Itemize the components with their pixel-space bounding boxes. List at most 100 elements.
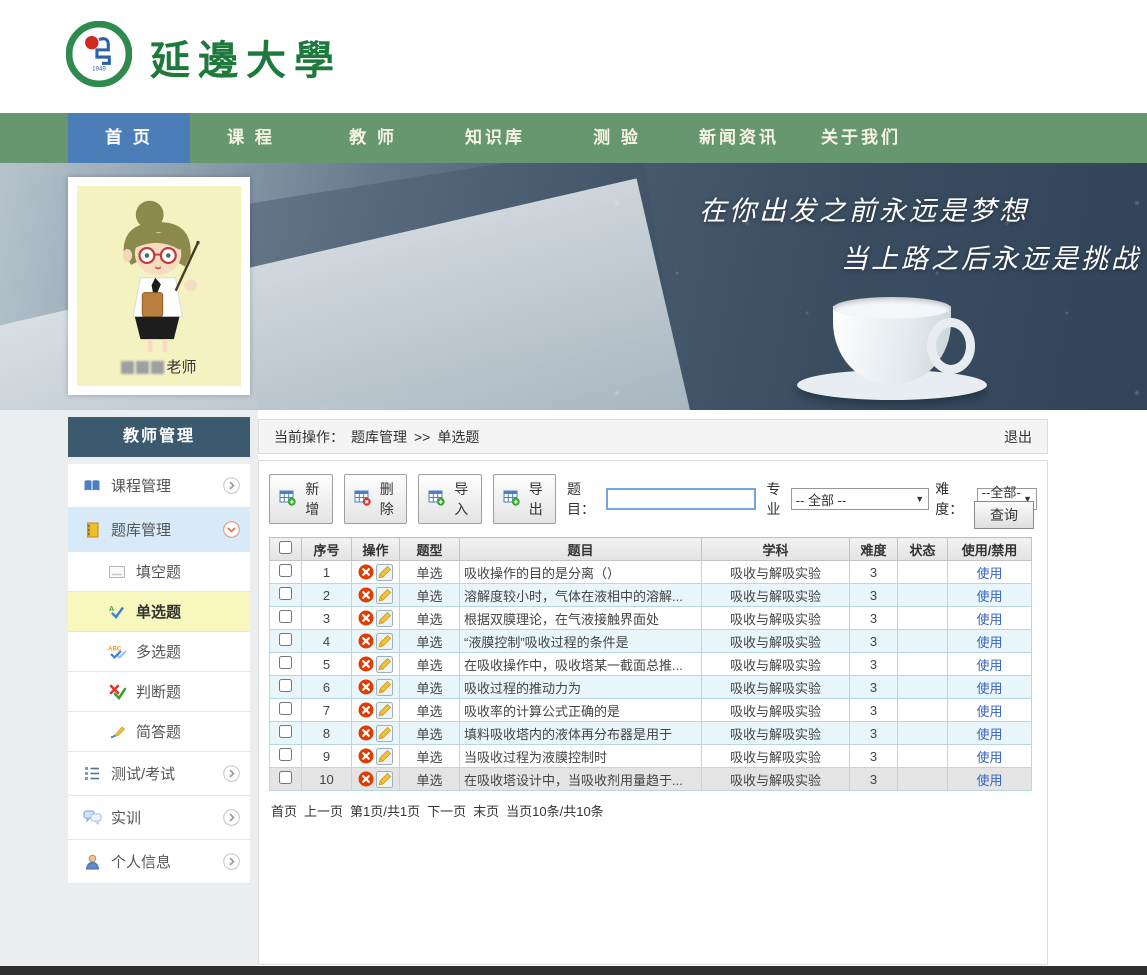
cell-difficulty: 3 (850, 630, 898, 653)
pagination-link[interactable]: 上一页 (304, 801, 343, 820)
cell-seq: 3 (302, 607, 352, 630)
pagination-link[interactable]: 首页 (271, 801, 297, 820)
filter-bar: 题目： 专业 -- 全部 -- ▼ 难度： --全部-- ▼ (567, 479, 1037, 519)
edit-icon[interactable] (376, 564, 393, 581)
sidebar-item-short-answer[interactable]: 简答题 (68, 712, 250, 752)
cell-difficulty: 3 (850, 561, 898, 584)
select-all-checkbox[interactable] (279, 541, 292, 554)
row-checkbox[interactable] (279, 771, 292, 784)
usage-link[interactable]: 使用 (976, 566, 1002, 581)
row-select-cell (270, 653, 302, 676)
logout-link[interactable]: 退出 (1004, 427, 1032, 447)
nav-item-6[interactable]: 关于我们 (800, 113, 922, 163)
row-checkbox[interactable] (279, 679, 292, 692)
nav-item-4[interactable]: 测 验 (556, 113, 678, 163)
sidebar-item-test-exam[interactable]: 测试/考试 (68, 752, 250, 796)
nav-item-0[interactable]: 首 页 (68, 113, 190, 163)
sidebar-item-profile[interactable]: 个人信息 (68, 840, 250, 884)
delete-icon[interactable] (358, 610, 374, 626)
row-checkbox[interactable] (279, 633, 292, 646)
cell-difficulty: 3 (850, 722, 898, 745)
usage-link[interactable]: 使用 (976, 773, 1002, 788)
operations (356, 725, 395, 742)
delete-icon[interactable] (358, 587, 374, 603)
usage-link[interactable]: 使用 (976, 704, 1002, 719)
delete-icon[interactable] (358, 725, 374, 741)
title-filter-label: 题目： (567, 479, 603, 519)
row-checkbox[interactable] (279, 610, 292, 623)
cell-question-type: 单选 (400, 607, 460, 630)
usage-link[interactable]: 使用 (976, 681, 1002, 696)
delete-button[interactable]: 删除 (344, 474, 408, 524)
row-checkbox[interactable] (279, 748, 292, 761)
sidebar: 教师管理 课程管理题库管理填空题A单选题ABC多选题判断题简答题测试/考试实训个… (68, 417, 250, 884)
usage-link[interactable]: 使用 (976, 727, 1002, 742)
delete-icon[interactable] (358, 679, 374, 695)
major-select[interactable]: -- 全部 -- ▼ (791, 488, 929, 510)
column-header: 状态 (898, 538, 948, 561)
row-checkbox[interactable] (279, 587, 292, 600)
difficulty-filter-label: 难度： (935, 479, 971, 519)
teacher-name-suffix: 老师 (166, 359, 196, 376)
cell-seq: 7 (302, 699, 352, 722)
edit-icon[interactable] (376, 748, 393, 765)
row-checkbox[interactable] (279, 702, 292, 715)
nav-item-3[interactable]: 知识库 (434, 113, 556, 163)
row-checkbox[interactable] (279, 564, 292, 577)
export-button[interactable]: 导出 (493, 474, 557, 524)
edit-icon[interactable] (376, 679, 393, 696)
breadcrumb-parent[interactable]: 题库管理 (351, 427, 407, 447)
nav-item-2[interactable]: 教 师 (312, 113, 434, 163)
delete-icon[interactable] (358, 633, 374, 649)
delete-icon[interactable] (358, 748, 374, 764)
edit-icon[interactable] (376, 702, 393, 719)
cell-seq: 8 (302, 722, 352, 745)
edit-icon[interactable] (376, 771, 393, 788)
cell-seq: 6 (302, 676, 352, 699)
table-row: 10单选在吸收塔设计中，当吸收剂用量趋于...吸收与解吸实验3使用 (270, 768, 1032, 791)
add-button[interactable]: 新增 (269, 474, 333, 524)
usage-link[interactable]: 使用 (976, 612, 1002, 627)
row-select-cell (270, 676, 302, 699)
edit-icon[interactable] (376, 725, 393, 742)
import-button[interactable]: 导入 (418, 474, 482, 524)
edit-icon[interactable] (376, 633, 393, 650)
cell-question-type: 单选 (400, 561, 460, 584)
usage-link[interactable]: 使用 (976, 658, 1002, 673)
row-select-cell (270, 722, 302, 745)
delete-icon[interactable] (358, 771, 374, 787)
sidebar-item-label: 填空题 (136, 561, 181, 582)
table-plus-icon (503, 490, 521, 509)
row-select-cell (270, 630, 302, 653)
nav-item-5[interactable]: 新闻资讯 (678, 113, 800, 163)
nav-item-1[interactable]: 课 程 (190, 113, 312, 163)
delete-icon[interactable] (358, 702, 374, 718)
usage-link[interactable]: 使用 (976, 635, 1002, 650)
cell-seq: 1 (302, 561, 352, 584)
usage-link[interactable]: 使用 (976, 750, 1002, 765)
sidebar-item-multi-choice[interactable]: ABC多选题 (68, 632, 250, 672)
row-checkbox[interactable] (279, 725, 292, 738)
title-search-input[interactable] (606, 488, 756, 510)
profile-icon (81, 854, 103, 870)
edit-icon[interactable] (376, 610, 393, 627)
pagination-link[interactable]: 下一页 (427, 801, 466, 820)
edit-icon[interactable] (376, 587, 393, 604)
table-cross-icon (354, 490, 372, 509)
sidebar-item-course-mgmt[interactable]: 课程管理 (68, 464, 250, 508)
sidebar-item-single-choice[interactable]: A单选题 (68, 592, 250, 632)
sidebar-item-question-bank[interactable]: 题库管理 (68, 508, 250, 552)
row-checkbox[interactable] (279, 656, 292, 669)
search-button[interactable]: 查询 (974, 501, 1034, 529)
pagination-link[interactable]: 末页 (473, 801, 499, 820)
edit-icon[interactable] (376, 656, 393, 673)
delete-icon[interactable] (358, 564, 374, 580)
row-select-cell (270, 561, 302, 584)
delete-icon[interactable] (358, 656, 374, 672)
usage-link[interactable]: 使用 (976, 589, 1002, 604)
operations (356, 633, 395, 650)
book-icon (81, 479, 103, 493)
sidebar-item-judge[interactable]: 判断题 (68, 672, 250, 712)
sidebar-item-training[interactable]: 实训 (68, 796, 250, 840)
sidebar-item-fill-blank[interactable]: 填空题 (68, 552, 250, 592)
